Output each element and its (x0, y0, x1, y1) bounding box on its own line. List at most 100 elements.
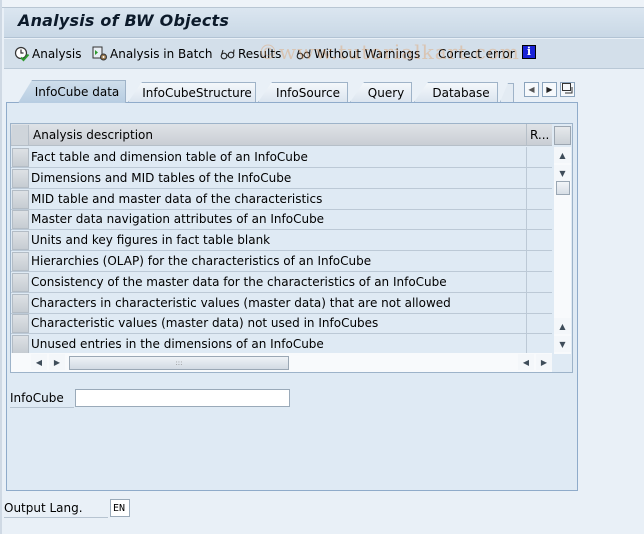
tab-infocubestructure[interactable]: InfoCubeStructure (128, 82, 256, 102)
vertical-scroll-thumb[interactable] (556, 181, 570, 195)
analysis-table: Analysis description R... Fact table and… (10, 123, 573, 373)
horizontal-scroll-thumb[interactable]: ::: (69, 356, 289, 370)
tab-label: Query (367, 86, 405, 100)
arrow-left-icon: ◀ (522, 357, 530, 367)
row-description: Units and key figures in fact table blan… (31, 233, 271, 248)
row-description: Unused entries in the dimensions of an I… (31, 337, 324, 352)
table-row[interactable]: Characters in characteristic values (mas… (11, 292, 552, 314)
arrow-left-icon: ◀ (35, 357, 43, 367)
arrow-up-icon: ▲ (559, 321, 566, 331)
row-r-cell (526, 251, 552, 272)
tab-label: Database (432, 86, 490, 100)
output-lang-input[interactable] (110, 499, 130, 517)
table-row[interactable]: Consistency of the master data for the c… (11, 271, 552, 293)
table-row[interactable]: Characteristic values (master data) not … (11, 313, 552, 335)
scroll-far-left-button[interactable]: ◀ (518, 354, 534, 370)
more-tabs-indicator (500, 83, 514, 102)
clock-check-icon (14, 46, 30, 62)
output-lang-label: Output Lang. (4, 501, 108, 518)
row-description: Master data navigation attributes of an … (31, 212, 325, 227)
analysis-button[interactable]: Analysis (14, 45, 81, 63)
tab-scroll-right-button[interactable]: ▶ (542, 82, 557, 97)
row-description: Characters in characteristic values (mas… (31, 295, 451, 310)
table-row[interactable]: Units and key figures in fact table blan… (11, 230, 552, 252)
row-r-cell (526, 313, 552, 335)
column-header-r[interactable]: R... (526, 124, 552, 146)
arrow-right-icon: ▶ (540, 357, 548, 367)
tab-label: InfoCube data (34, 85, 120, 99)
scroll-right-button[interactable]: ▶ (49, 354, 65, 370)
table-row[interactable]: Dimensions and MID tables of the InfoCub… (11, 167, 552, 189)
row-selector[interactable] (12, 210, 29, 230)
vertical-scrollbar[interactable]: ▲ ▼ ▲ ▼ (554, 147, 571, 354)
table-row[interactable]: Fact table and dimension table of an Inf… (11, 147, 552, 168)
row-selector[interactable] (12, 189, 29, 209)
row-selector[interactable] (12, 314, 29, 334)
tab-scroll-left-button[interactable]: ◀ (524, 82, 539, 97)
row-r-cell (526, 271, 552, 293)
column-header-description[interactable]: Analysis description (33, 128, 153, 142)
row-selector[interactable] (12, 231, 29, 251)
infocube-label: InfoCube (10, 391, 74, 408)
row-r-cell (526, 167, 552, 189)
table-row[interactable]: Master data navigation attributes of an … (11, 209, 552, 231)
row-selector[interactable] (12, 293, 29, 313)
arrow-right-icon: ▶ (546, 85, 553, 94)
correct-error-label: Correct error (438, 47, 515, 61)
scroll-down-button[interactable]: ▼ (554, 165, 571, 181)
scroll-left-button[interactable]: ◀ (31, 354, 47, 370)
row-description: Characteristic values (master data) not … (31, 316, 379, 331)
batch-job-icon (92, 46, 108, 62)
row-r-cell (526, 147, 552, 168)
arrow-up-icon: ▲ (559, 150, 566, 160)
horizontal-scrollbar[interactable]: ◀ ▶ ::: ◀ ▶ (11, 353, 552, 372)
analysis-label: Analysis (32, 47, 82, 61)
analysis-in-batch-button[interactable]: Analysis in Batch (92, 45, 213, 63)
row-selector[interactable] (12, 252, 29, 271)
scroll-far-right-button[interactable]: ▶ (536, 354, 552, 370)
row-description: MID table and master data of the charact… (31, 191, 323, 206)
arrow-left-icon: ◀ (528, 85, 535, 94)
row-r-cell (526, 188, 552, 210)
window-left-edge (0, 0, 2, 534)
row-selector[interactable] (12, 148, 29, 167)
tab-list-icon (562, 83, 573, 96)
page-title: Analysis of BW Objects (18, 11, 230, 30)
select-all-button[interactable] (12, 125, 29, 145)
results-button[interactable]: Results (220, 45, 281, 63)
row-selector[interactable] (12, 335, 29, 355)
analysis-in-batch-label: Analysis in Batch (110, 47, 213, 61)
tab-label: InfoSource (276, 86, 340, 100)
without-warnings-button[interactable]: Without Warnings (296, 45, 420, 63)
row-description: Hierarchies (OLAP) for the characteristi… (31, 254, 372, 268)
row-description: Fact table and dimension table of an Inf… (31, 150, 308, 164)
column-settings-button[interactable] (554, 126, 571, 145)
table-header: Analysis description R... (11, 124, 552, 146)
table-row[interactable]: MID table and master data of the charact… (11, 188, 552, 210)
row-selector[interactable] (12, 168, 29, 188)
tab-list-button[interactable] (560, 82, 575, 97)
tab-database[interactable]: Database (414, 82, 498, 102)
row-description: Consistency of the master data for the c… (31, 274, 447, 289)
row-description: Dimensions and MID tables of the InfoCub… (31, 170, 292, 185)
table-row[interactable]: Hierarchies (OLAP) for the characteristi… (11, 251, 552, 272)
correct-error-button[interactable]: Correct error (438, 45, 515, 63)
title-bar: Analysis of BW Objects (4, 8, 644, 38)
tab-strip: InfoCube data InfoCubeStructure InfoSour… (18, 80, 578, 103)
without-warnings-label: Without Warnings (314, 47, 421, 61)
scroll-up-button[interactable]: ▲ (554, 147, 571, 163)
scroll-page-down-button[interactable]: ▼ (554, 336, 571, 352)
infocube-input[interactable] (75, 389, 290, 407)
row-selector[interactable] (12, 272, 29, 292)
tab-infosource[interactable]: InfoSource (258, 82, 348, 102)
results-label: Results (238, 47, 282, 61)
row-r-cell (526, 209, 552, 231)
tab-infocube-data[interactable]: InfoCube data (18, 80, 126, 103)
tab-query[interactable]: Query (350, 82, 412, 102)
row-r-cell (526, 292, 552, 314)
glasses-icon (296, 46, 312, 62)
glasses-icon (220, 46, 236, 62)
arrow-right-icon: ▶ (53, 357, 61, 367)
scroll-page-up-button[interactable]: ▲ (554, 318, 571, 334)
info-icon[interactable]: i (522, 45, 536, 59)
